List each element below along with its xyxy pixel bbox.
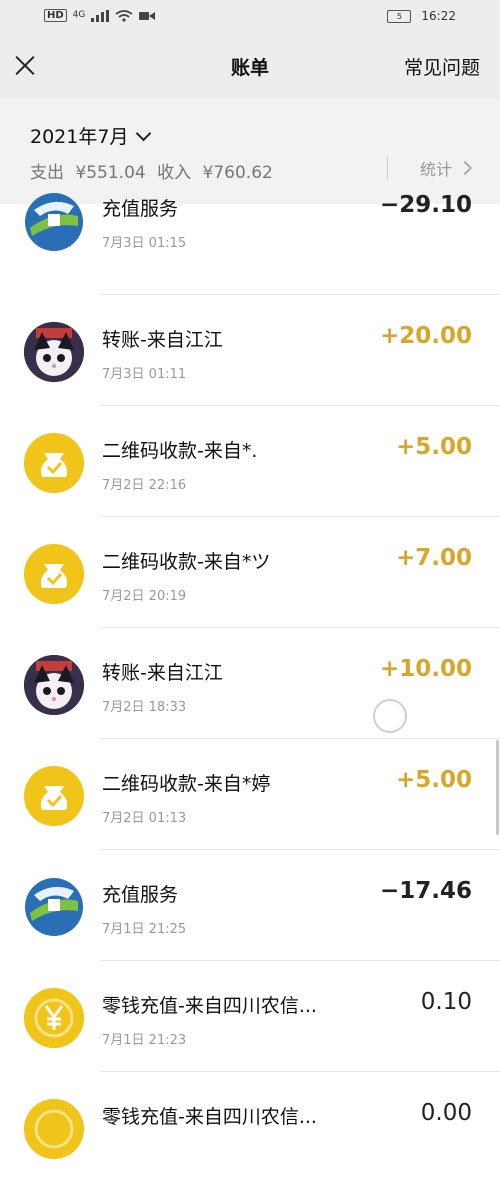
wifi-icon: [115, 9, 133, 22]
transaction-row[interactable]: 充值服务 7月3日 01:15 −29.10: [0, 184, 500, 295]
stats-button[interactable]: 统计: [420, 156, 473, 180]
transaction-row[interactable]: 零钱充值-来自四川农信... 7月1日 21:23 0.10: [0, 961, 500, 1072]
income-label: 收入: [157, 163, 192, 183]
status-left: HD 4G: [44, 9, 156, 22]
transaction-row[interactable]: 二维码收款-来自*婷 7月2日 01:13 +5.00: [0, 739, 500, 850]
transaction-name: 零钱充值-来自四川农信...: [102, 995, 317, 1017]
transaction-time: 7月3日 01:11: [102, 367, 187, 382]
totals: 支出 ¥551.04 收入 ¥760.62: [30, 158, 273, 183]
faq-link[interactable]: 常见问题: [404, 53, 480, 80]
yen-coin-icon: [24, 1099, 84, 1159]
user-avatar: [24, 322, 84, 382]
transaction-amount: −17.46: [379, 878, 472, 904]
transaction-row[interactable]: 零钱充值-来自四川农信... 0.00: [0, 1072, 500, 1183]
transaction-time: 7月2日 18:33: [102, 700, 187, 715]
hd-indicator: HD: [44, 9, 67, 22]
expense-amount: ¥551.04: [75, 163, 146, 183]
touch-indicator: [373, 699, 407, 733]
transaction-amount: 0.00: [420, 1100, 472, 1126]
recharge-service-icon: [24, 877, 84, 937]
yen-coin-icon: [24, 988, 84, 1048]
battery-icon: 5: [387, 9, 412, 23]
signal-icon: [91, 9, 110, 22]
chevron-right-icon: [457, 160, 473, 176]
transaction-name: 二维码收款-来自*婷: [102, 773, 271, 795]
month-label: 2021年7月: [30, 126, 129, 148]
stats-label: 统计: [420, 160, 453, 179]
transaction-row[interactable]: 转账-来自江江 7月2日 18:33 +10.00: [0, 628, 500, 739]
transaction-amount: −29.10: [379, 192, 472, 218]
transaction-time: 7月1日 21:25: [102, 922, 187, 937]
transaction-amount: +20.00: [379, 323, 472, 349]
transaction-name: 转账-来自江江: [102, 662, 223, 684]
transaction-row[interactable]: 二维码收款-来自*. 7月2日 22:16 +5.00: [0, 406, 500, 517]
transaction-name: 充值服务: [102, 884, 179, 906]
chevron-down-icon: [136, 125, 152, 141]
transaction-name: 充值服务: [102, 198, 179, 220]
transaction-row[interactable]: 转账-来自江江 7月3日 01:11 +20.00: [0, 295, 500, 406]
qr-payment-icon: [24, 766, 84, 826]
transaction-name: 转账-来自江江: [102, 329, 223, 351]
transaction-name: 二维码收款-来自*ツ: [102, 551, 271, 573]
status-bar: HD 4G 5 16:22: [0, 0, 500, 36]
qr-payment-icon: [24, 433, 84, 493]
status-right: 5 16:22: [387, 9, 456, 23]
user-avatar: [24, 655, 84, 715]
month-selector[interactable]: 2021年7月: [30, 122, 152, 149]
transaction-time: 7月2日 01:13: [102, 811, 187, 826]
transaction-amount: +5.00: [395, 434, 472, 460]
network-indicator: 4G: [72, 10, 86, 20]
transaction-amount: +10.00: [379, 656, 472, 682]
transaction-amount: +5.00: [395, 767, 472, 793]
clock: 16:22: [421, 9, 456, 23]
transaction-name: 二维码收款-来自*.: [102, 440, 258, 462]
expense-label: 支出: [30, 163, 64, 183]
qr-payment-icon: [24, 544, 84, 604]
transaction-amount: +7.00: [395, 545, 472, 571]
transaction-amount: 0.10: [420, 989, 472, 1015]
recharge-service-icon: [24, 192, 84, 252]
transaction-name: 零钱充值-来自四川农信...: [102, 1106, 317, 1128]
video-icon: [139, 11, 156, 20]
transaction-row[interactable]: 二维码收款-来自*ツ 7月2日 20:19 +7.00: [0, 517, 500, 628]
transaction-row[interactable]: 充值服务 7月1日 21:25 −17.46: [0, 850, 500, 961]
transaction-time: 7月2日 22:16: [102, 478, 187, 493]
top-bar: 账单 常见问题: [0, 36, 500, 98]
income-amount: ¥760.62: [202, 163, 273, 183]
transaction-time: 7月1日 21:23: [102, 1033, 187, 1048]
transaction-time: 7月2日 20:19: [102, 589, 187, 604]
transaction-time: 7月3日 01:15: [102, 236, 187, 251]
scrollbar[interactable]: [496, 740, 499, 835]
summary-divider: [387, 156, 388, 180]
